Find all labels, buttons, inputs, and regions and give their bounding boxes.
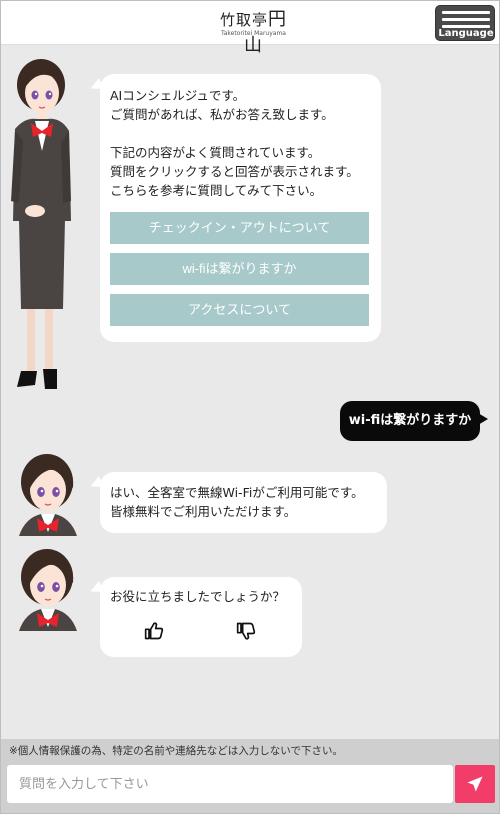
faq-choice-wifi[interactable]: wi-fiは繋がりますか <box>110 253 369 285</box>
concierge-avatar <box>19 549 77 631</box>
concierge-avatar <box>19 454 77 536</box>
logo: 竹取亭円山 Taketoritei Maruyama <box>211 5 296 56</box>
feedback-bubble: お役に立ちましたでしょうか？ <box>100 577 302 657</box>
concierge-intro-bubble: AIコンシェルジュです。 ご質問があれば、私がお答え致します。 下記の内容がよく… <box>100 74 381 342</box>
send-icon <box>467 776 483 792</box>
logo-text: 竹取亭 <box>219 11 268 29</box>
logo-subtitle: Taketoritei Maruyama <box>221 30 286 37</box>
question-input[interactable] <box>7 765 453 803</box>
intro-line: 質問をクリックすると回答が表示されます。 <box>110 164 359 179</box>
intro-line: AIコンシェルジュです。 <box>110 88 246 103</box>
privacy-notice: ※個人情報保護の為、特定の名前や連絡先などは入力しないで下さい。 <box>9 745 343 757</box>
concierge-avatar-full <box>11 59 71 389</box>
user-message-bubble: wi-fiは繋がりますか <box>340 401 488 441</box>
faq-choice-checkin[interactable]: チェックイン・アウトについて <box>110 212 369 244</box>
answer-line: はい、全客室で無線Wi-Fiがご利用可能です。 <box>110 485 364 500</box>
intro-line <box>110 124 371 143</box>
intro-line: ご質問があれば、私がお答え致します。 <box>110 107 334 122</box>
intro-line: こちらを参考に質問してみて下さい。 <box>110 183 323 198</box>
send-button[interactable] <box>455 765 495 803</box>
language-button[interactable]: Language <box>435 5 495 41</box>
feedback-question: お役に立ちましたでしょうか？ <box>110 589 286 604</box>
answer-line: 皆様無料でご利用いただけます。 <box>110 504 297 519</box>
chat-window: 竹取亭円山 Taketoritei Maruyama Language AIコン… <box>0 0 500 814</box>
language-label: Language <box>438 28 494 39</box>
menu-icon <box>442 11 490 28</box>
thumbs-up-icon[interactable] <box>144 621 164 641</box>
concierge-answer-bubble: はい、全客室で無線Wi-Fiがご利用可能です。 皆様無料でご利用いただけます。 <box>100 472 387 533</box>
thumbs-down-icon[interactable] <box>236 621 256 641</box>
question-input-wrapper <box>7 765 453 803</box>
footer: ※個人情報保護の為、特定の名前や連絡先などは入力しないで下さい。 <box>1 739 499 813</box>
header: 竹取亭円山 Taketoritei Maruyama Language <box>1 1 499 56</box>
faq-choice-access[interactable]: アクセスについて <box>110 294 369 326</box>
intro-line: 下記の内容がよく質問されています。 <box>110 145 321 160</box>
